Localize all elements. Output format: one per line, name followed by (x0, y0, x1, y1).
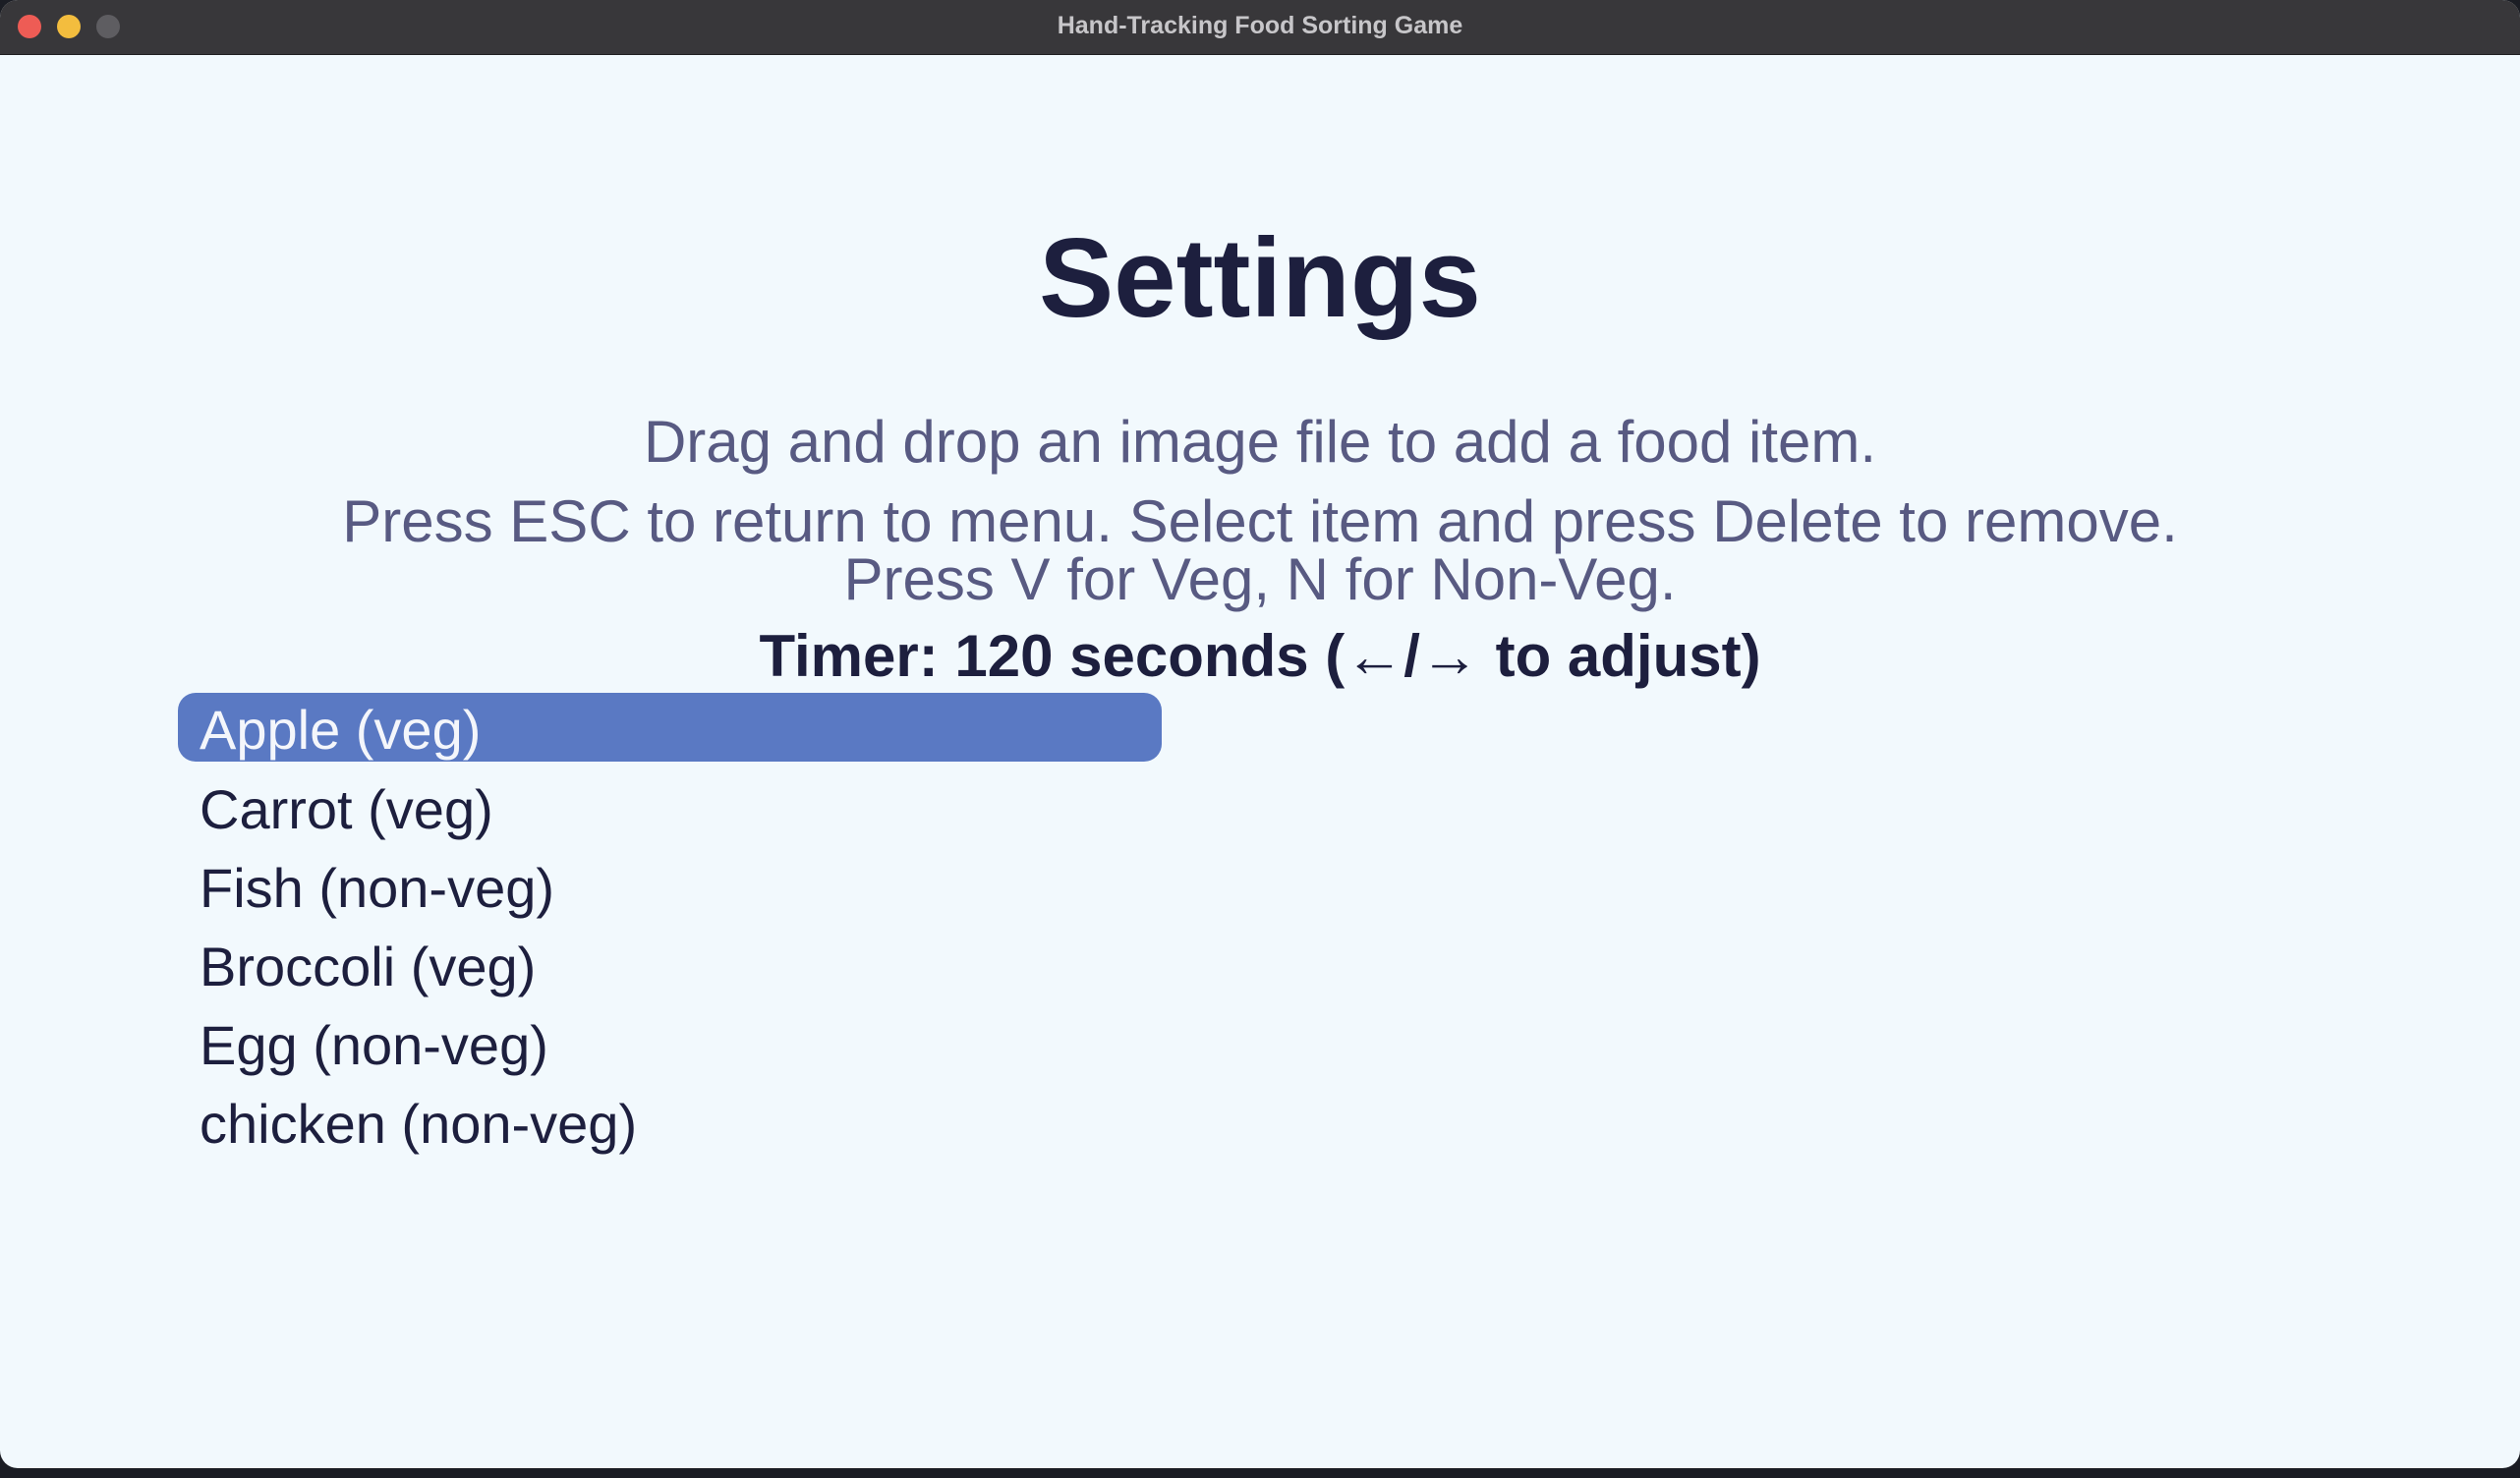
app-window: Hand-Tracking Food Sorting Game Settings… (0, 0, 2520, 1468)
food-item-egg[interactable]: Egg (non-veg) (178, 1007, 1162, 1086)
food-item-apple[interactable]: Apple (veg) (178, 693, 1162, 762)
food-item-carrot[interactable]: Carrot (veg) (178, 771, 1162, 850)
title-bar[interactable]: Hand-Tracking Food Sorting Game (0, 0, 2520, 55)
settings-screen: Settings Drag and drop an image file to … (0, 55, 2520, 1468)
food-item-broccoli[interactable]: Broccoli (veg) (178, 929, 1162, 1007)
food-item-list: Apple (veg) Carrot (veg) Fish (non-veg) … (178, 693, 1162, 1165)
window-title: Hand-Tracking Food Sorting Game (1057, 12, 1463, 39)
timer-setting[interactable]: Timer: 120 seconds (←/→ to adjust) (0, 622, 2520, 690)
food-item-fish[interactable]: Fish (non-veg) (178, 850, 1162, 929)
food-item-chicken[interactable]: chicken (non-veg) (178, 1086, 1162, 1165)
drag-drop-instruction: Drag and drop an image file to add a foo… (643, 409, 1877, 475)
veg-nonveg-instruction: Press V for Veg, N for Non-Veg. (843, 546, 1677, 612)
page-title: Settings (1039, 216, 1481, 341)
